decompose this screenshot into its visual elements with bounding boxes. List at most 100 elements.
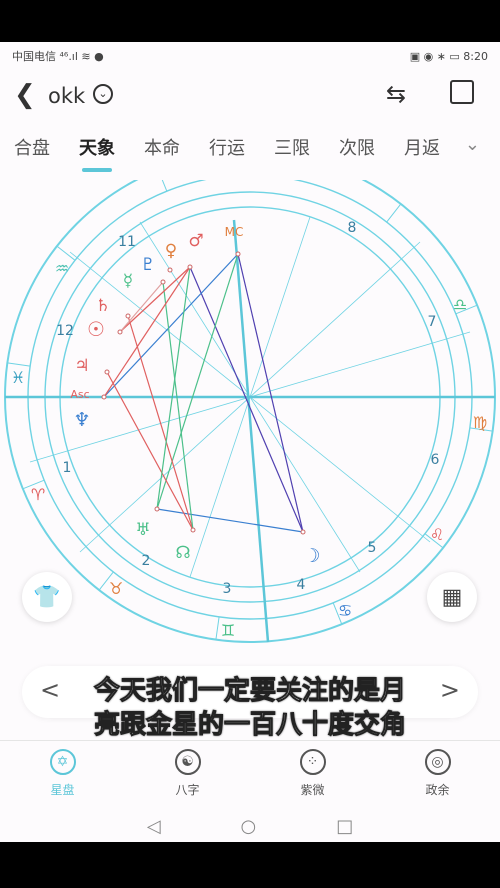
sign-glyph: ♊: [221, 621, 235, 640]
sign-glyph: ♌: [430, 525, 444, 544]
subtitle-line: 亮跟金星的一百八十度交角: [93, 710, 406, 741]
sign-glyph: ♋: [338, 601, 352, 620]
planet-node[interactable]: ☊: [175, 543, 190, 563]
house-number: 12: [56, 323, 74, 339]
nav-item-2[interactable]: ⁘ 紫微: [250, 741, 375, 810]
planet-point: [190, 527, 196, 533]
share-icon[interactable]: [450, 80, 474, 104]
planet-point: [154, 506, 160, 512]
swap-icon[interactable]: ⇆: [386, 80, 406, 108]
nav-icon: ✡: [49, 749, 76, 775]
planet-point: [125, 313, 131, 319]
chevron-down-icon[interactable]: ⌄: [465, 134, 480, 155]
screen: 中国电信 ⁴⁶.ıl ≋ ● ▣ ◉ ∗ ▭ 8:20 ❮ okk ⌄ ⇆ 合盘…: [0, 42, 500, 842]
sign-glyph: ♉: [109, 579, 123, 598]
chevron-down-icon[interactable]: ⌄: [93, 84, 113, 104]
astrology-chart[interactable]: 123 456781112♒♓♈♉♊♋♌♍♎MC♂♀♇☿♄☉♃Asc♆♅☊ ☽: [0, 180, 500, 660]
aspect-line: [189, 266, 304, 533]
status-bar: 中国电信 ⁴⁶.ıl ≋ ● ▣ ◉ ∗ ▭ 8:20: [0, 42, 500, 70]
planet-point: [300, 529, 306, 535]
planet-venus[interactable]: ♀: [165, 241, 177, 261]
planet-neptune[interactable]: ♆: [73, 409, 90, 431]
tab-5[interactable]: 次限: [339, 134, 375, 174]
nav-label: 紫微: [300, 783, 325, 797]
planet-point: [187, 264, 193, 270]
page-title: okk: [48, 84, 86, 108]
house-number: 8: [348, 220, 357, 236]
planet-mars[interactable]: ♂: [188, 231, 203, 251]
video-subtitle: 今天我们一定要关注的是月 亮跟金星的一百八十度交角: [0, 674, 500, 742]
grid-icon: ▦: [441, 584, 463, 610]
sign-divider: [215, 616, 220, 640]
nav-item-0[interactable]: ✡ 星盘: [0, 741, 125, 810]
planet-point: [117, 329, 123, 335]
aspect-line: [156, 508, 304, 533]
sign-glyph: ♈: [31, 485, 45, 504]
nav-icon: ◎: [424, 749, 451, 775]
nav-icon: ☯: [174, 749, 201, 775]
tab-3[interactable]: 行运: [209, 134, 245, 174]
aspect-line: [106, 371, 194, 531]
home-nav-icon[interactable]: ○: [241, 816, 257, 837]
house-number: 6: [431, 452, 440, 468]
bottom-nav: ✡ 星盘 ☯ 八字 ⁘ 紫微 ◎ 政余: [0, 740, 500, 810]
planet-uranus[interactable]: ♅: [135, 520, 150, 540]
planet-saturn[interactable]: ♄: [95, 296, 110, 316]
planet-point: [104, 369, 110, 375]
sign-glyph: ♎: [453, 295, 467, 314]
tab-6[interactable]: 月返: [404, 134, 440, 174]
aspect-line: [156, 253, 239, 510]
house-number: 4: [297, 577, 306, 593]
grid-button[interactable]: ▦: [427, 572, 477, 622]
mc-axis: [232, 219, 270, 643]
planet-asc[interactable]: Asc: [70, 388, 89, 401]
sign-glyph: ♍: [473, 413, 487, 432]
planet-mc[interactable]: MC: [225, 225, 244, 239]
nav-item-3[interactable]: ◎ 政余: [375, 741, 500, 810]
house-number: 1: [63, 460, 72, 476]
aspect-line: [162, 281, 194, 531]
planet-moon[interactable]: ☽: [303, 545, 320, 567]
planet-sun[interactable]: ☉: [87, 317, 105, 341]
nav-item-1[interactable]: ☯ 八字: [125, 741, 250, 810]
sign-divider: [386, 203, 402, 223]
tab-2[interactable]: 本命: [144, 134, 180, 174]
planet-point: [167, 267, 173, 273]
shirt-button[interactable]: 👕: [22, 572, 72, 622]
back-nav-icon[interactable]: ◁: [147, 816, 161, 837]
house-number: 7: [428, 314, 437, 330]
tab-4[interactable]: 三限: [274, 134, 310, 174]
house-number: 5: [368, 540, 377, 556]
house-number: 11: [118, 234, 136, 250]
aspect-line: [156, 266, 191, 510]
sign-glyph: ♓: [11, 368, 25, 387]
header: ❮ okk ⌄ ⇆: [0, 72, 500, 120]
clock: 8:20: [463, 49, 488, 63]
system-nav: ◁ ○ □: [0, 810, 500, 842]
planet-point: [235, 251, 241, 257]
subtitle-line: 今天我们一定要关注的是月: [93, 676, 406, 707]
status-icons: ▣ ◉ ∗ ▭: [409, 49, 460, 63]
sign-glyph: ♒: [55, 259, 69, 278]
planet-pluto[interactable]: ♇: [140, 255, 155, 275]
nav-label: 八字: [175, 783, 200, 797]
nav-icon: ⁘: [299, 749, 326, 775]
shirt-icon: 👕: [33, 584, 61, 610]
planet-jupiter[interactable]: ♃: [74, 356, 89, 376]
sign-divider: [7, 362, 31, 367]
house-number: 3: [223, 581, 232, 597]
tab-1[interactable]: 天象: [79, 134, 115, 174]
tab-bar: 合盘 天象 本命 行运 三限 次限 月返: [0, 134, 500, 174]
planet-mercury[interactable]: ☿: [123, 271, 133, 291]
recent-nav-icon[interactable]: □: [336, 816, 353, 837]
nav-label: 政余: [425, 783, 450, 797]
tab-0[interactable]: 合盘: [14, 134, 50, 174]
planet-point: [160, 279, 166, 285]
carrier-status: 中国电信 ⁴⁶.ıl ≋ ●: [12, 50, 104, 63]
nav-label: 星盘: [50, 783, 75, 797]
back-icon[interactable]: ❮: [14, 80, 36, 110]
house-number: 2: [142, 553, 151, 569]
planet-point: [101, 394, 107, 400]
chart-ring: [27, 180, 473, 620]
sign-divider: [161, 180, 168, 192]
